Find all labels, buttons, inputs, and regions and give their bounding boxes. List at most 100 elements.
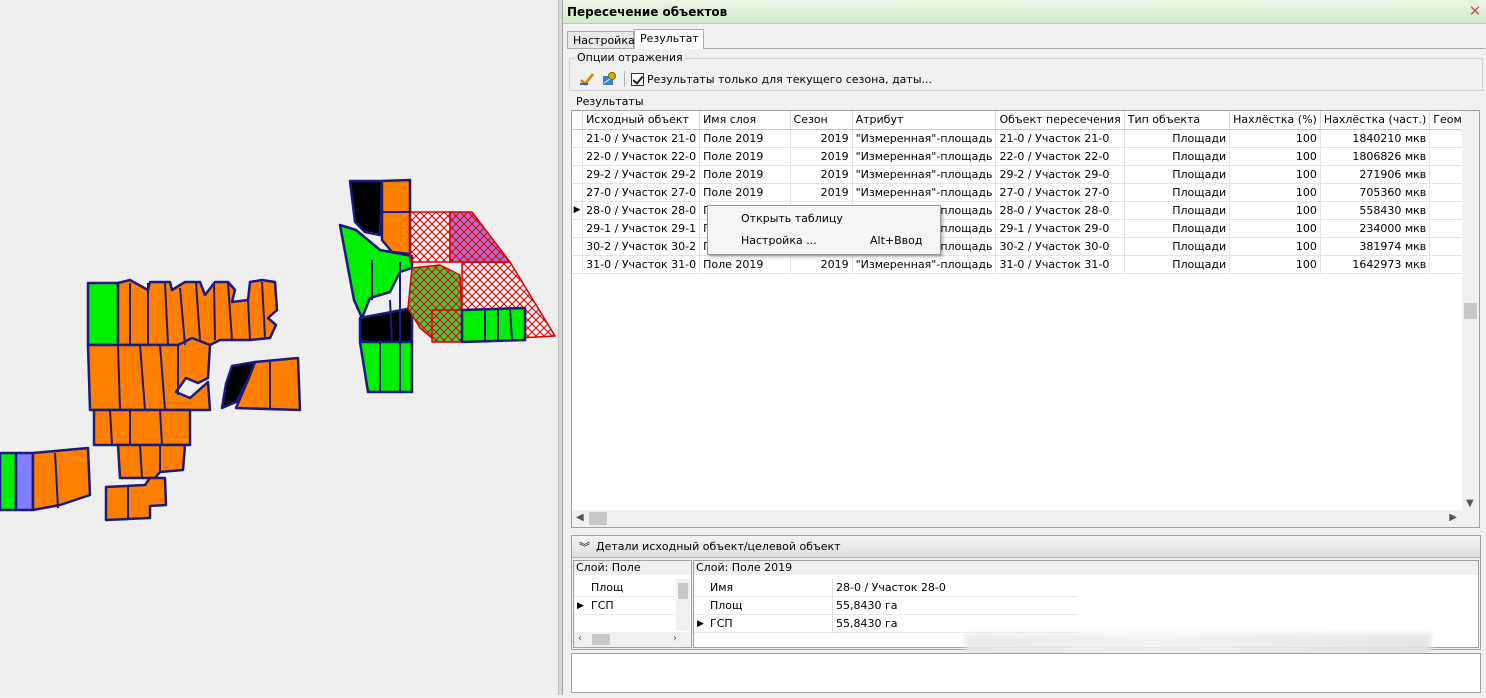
results-vertical-scrollbar[interactable]: ▼ [1462,111,1479,511]
table-cell-src[interactable]: 21-0 / Участок 21-0 [582,129,701,148]
table-cell-attr[interactable]: "Измеренная"-площадь [852,183,997,202]
scroll-right-icon[interactable]: › [673,633,677,644]
scroll-down-icon[interactable]: ▼ [1466,498,1474,509]
chevron-collapse-icon[interactable]: ︾ [579,539,590,555]
column-header[interactable]: Нахлёстка (част.) [1320,111,1431,130]
scroll-thumb[interactable] [589,512,607,525]
table-row[interactable]: 27-0 / Участок 27-0 Поле 2019 2019 "Измерен… [572,183,1479,202]
source-vertical-scrollbar[interactable] [676,579,690,631]
column-header[interactable]: Имя слоя [699,111,791,130]
table-cell-pct[interactable]: 100 [1229,147,1321,166]
table-cell-part[interactable]: 558430 мкв [1320,201,1431,220]
scroll-left-icon[interactable]: ‹ [578,633,582,644]
table-cell-part[interactable]: 381974 мкв [1320,237,1431,256]
tab-settings[interactable]: Настройка [567,31,635,49]
current-season-checkbox[interactable] [631,72,644,86]
table-cell-part[interactable]: 234000 мкв [1320,219,1431,238]
column-header[interactable]: Объект пересечения [995,111,1125,130]
table-cell-layer[interactable]: Поле 2019 [699,165,791,184]
table-cell-src[interactable]: 29-2 / Участок 29-2 [582,165,701,184]
list-item[interactable]: ▶ ГСП [574,597,674,615]
column-header[interactable]: Атрибут [852,111,997,130]
table-cell-pct[interactable]: 100 [1229,255,1321,274]
table-cell-season[interactable]: 2019 [790,255,853,274]
row-indicator [572,255,584,274]
details-header[interactable]: ︾ Детали исходный объект/целевой объект [572,536,1480,558]
table-cell-type[interactable]: Площади [1124,255,1231,274]
table-cell-attr[interactable]: "Измеренная"-площадь [852,129,997,148]
list-item[interactable]: Площ 55,8430 га [694,597,1078,615]
column-header[interactable]: Исходный объект [582,111,701,130]
table-cell-obj[interactable]: 31-0 / Участок 31-0 [995,255,1125,274]
table-row[interactable]: 21-0 / Участок 21-0 Поле 2019 2019 "Измерен… [572,129,1479,148]
table-row[interactable]: 29-2 / Участок 29-2 Поле 2019 2019 "Измерен… [572,165,1479,184]
table-cell-season[interactable]: 2019 [790,147,853,166]
layer-settings-icon[interactable] [600,70,618,88]
list-item[interactable]: Площ [574,579,674,597]
table-cell-attr[interactable]: "Измеренная"-площадь [852,165,997,184]
table-cell-type[interactable]: Площади [1124,147,1231,166]
table-cell-src[interactable]: 22-0 / Участок 22-0 [582,147,701,166]
table-cell-season[interactable]: 2019 [790,165,853,184]
detail-value: 55,8430 га [836,599,898,612]
table-cell-type[interactable]: Площади [1124,237,1231,256]
table-cell-part[interactable]: 1840210 мкв [1320,129,1431,148]
close-icon[interactable]: ✕ [1467,3,1483,19]
source-horizontal-scrollbar[interactable]: ‹ › [574,632,691,647]
table-cell-obj[interactable]: 28-0 / Участок 28-0 [995,201,1125,220]
table-row[interactable]: 22-0 / Участок 22-0 Поле 2019 2019 "Измерен… [572,147,1479,166]
tab-result[interactable]: Результат [634,29,704,49]
table-cell-src[interactable]: 28-0 / Участок 28-0 [582,201,701,220]
table-cell-layer[interactable]: Поле 2019 [699,129,791,148]
table-cell-pct[interactable]: 100 [1229,183,1321,202]
table-cell-obj[interactable]: 30-2 / Участок 30-0 [995,237,1125,256]
source-layer-grid[interactable]: Слой: Поле Площ ▶ ГСП ‹ › [573,560,692,648]
table-cell-pct[interactable]: 100 [1229,201,1321,220]
table-cell-part[interactable]: 1806826 мкв [1320,147,1431,166]
menu-item-open-table[interactable]: Открыть таблицу [710,209,938,229]
table-cell-type[interactable]: Площади [1124,129,1231,148]
table-cell-src[interactable]: 27-0 / Участок 27-0 [582,183,701,202]
table-cell-attr[interactable]: "Измеренная"-площадь [852,255,997,274]
table-cell-attr[interactable]: "Измеренная"-площадь [852,147,997,166]
column-header[interactable]: Тип объекта [1124,111,1231,130]
table-cell-layer[interactable]: Поле 2019 [699,255,791,274]
table-cell-obj[interactable]: 27-0 / Участок 27-0 [995,183,1125,202]
results-horizontal-scrollbar[interactable]: ◀ ▶ [572,510,1479,527]
scroll-left-icon[interactable]: ◀ [576,512,584,523]
table-cell-part[interactable]: 705360 мкв [1320,183,1431,202]
table-cell-pct[interactable]: 100 [1229,219,1321,238]
map-canvas[interactable] [0,0,558,695]
results-table[interactable]: Исходный объект Имя слоя Сезон Атрибут О… [571,110,1480,528]
table-cell-type[interactable]: Площади [1124,165,1231,184]
scroll-thumb[interactable] [1464,303,1477,319]
table-cell-season[interactable]: 2019 [790,129,853,148]
table-cell-layer[interactable]: Поле 2019 [699,183,791,202]
table-cell-obj[interactable]: 22-0 / Участок 22-0 [995,147,1125,166]
edit-check-icon[interactable] [578,70,596,88]
table-cell-pct[interactable]: 100 [1229,129,1321,148]
table-cell-pct[interactable]: 100 [1229,165,1321,184]
table-cell-type[interactable]: Площади [1124,183,1231,202]
menu-item-settings[interactable]: Настройка ... Alt+Ввод [710,231,938,251]
table-cell-type[interactable]: Площади [1124,201,1231,220]
list-item[interactable]: ▶ ГСП 55,8430 га [694,615,1078,633]
table-cell-src[interactable]: 30-2 / Участок 30-2 [582,237,701,256]
table-cell-obj[interactable]: 29-2 / Участок 29-0 [995,165,1125,184]
table-cell-obj[interactable]: 29-1 / Участок 29-0 [995,219,1125,238]
table-cell-layer[interactable]: Поле 2019 [699,147,791,166]
table-cell-part[interactable]: 271906 мкв [1320,165,1431,184]
table-cell-season[interactable]: 2019 [790,183,853,202]
table-cell-src[interactable]: 31-0 / Участок 31-0 [582,255,701,274]
table-cell-src[interactable]: 29-1 / Участок 29-1 [582,219,701,238]
table-cell-type[interactable]: Площади [1124,219,1231,238]
table-cell-obj[interactable]: 21-0 / Участок 21-0 [995,129,1125,148]
list-item[interactable]: Имя 28-0 / Участок 28-0 [694,579,1078,597]
table-row[interactable]: 31-0 / Участок 31-0 Поле 2019 2019 "Измерен… [572,255,1479,274]
column-header[interactable]: Сезон [790,111,853,130]
table-cell-part[interactable]: 1642973 мкв [1320,255,1431,274]
field-map[interactable] [0,0,558,695]
table-cell-pct[interactable]: 100 [1229,237,1321,256]
scroll-right-icon[interactable]: ▶ [1449,512,1457,523]
column-header[interactable]: Нахлёстка (%) [1229,111,1321,130]
